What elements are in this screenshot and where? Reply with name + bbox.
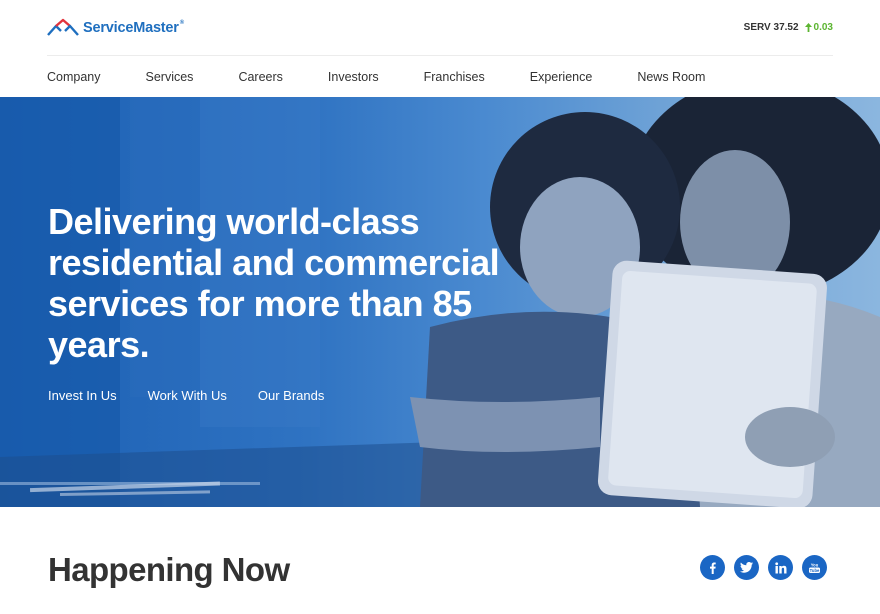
svg-text:You: You [811, 562, 819, 567]
section-title: Happening Now [48, 551, 290, 588]
site-header: ServiceMaster® SERV 37.52 0.03 [0, 0, 880, 56]
invest-in-us-link[interactable]: Invest In Us [48, 388, 117, 403]
hero-banner: Delivering world-class residential and c… [0, 97, 880, 507]
arrow-up-icon [804, 23, 812, 32]
ticker-change: 0.03 [804, 22, 833, 33]
work-with-us-link[interactable]: Work With Us [148, 388, 227, 403]
nav-item-news-room[interactable]: News Room [637, 70, 705, 84]
nav-item-investors[interactable]: Investors [328, 70, 379, 84]
our-brands-link[interactable]: Our Brands [258, 388, 324, 403]
nav-item-experience[interactable]: Experience [530, 70, 593, 84]
nav-item-services[interactable]: Services [146, 70, 194, 84]
main-nav: Company Services Careers Investors Franc… [47, 56, 750, 97]
facebook-icon[interactable] [700, 555, 725, 580]
youtube-icon[interactable]: You Tube [802, 555, 827, 580]
linkedin-icon[interactable] [768, 555, 793, 580]
servicemaster-logo[interactable]: ServiceMaster® [47, 16, 184, 40]
hero-links: Invest In Us Work With Us Our Brands [48, 388, 355, 403]
nav-item-franchises[interactable]: Franchises [424, 70, 485, 84]
logo-roof-icon [47, 18, 79, 36]
svg-text:Tube: Tube [810, 567, 820, 572]
hero-headline: Delivering world-class residential and c… [48, 201, 500, 365]
social-links: You Tube [700, 555, 827, 580]
ticker-symbol: SERV 37.52 [743, 22, 799, 33]
nav-item-company[interactable]: Company [47, 70, 101, 84]
stock-ticker: SERV 37.52 0.03 [744, 22, 833, 33]
twitter-icon[interactable] [734, 555, 759, 580]
logo-wordmark: ServiceMaster® [83, 20, 184, 36]
nav-item-careers[interactable]: Careers [238, 70, 282, 84]
